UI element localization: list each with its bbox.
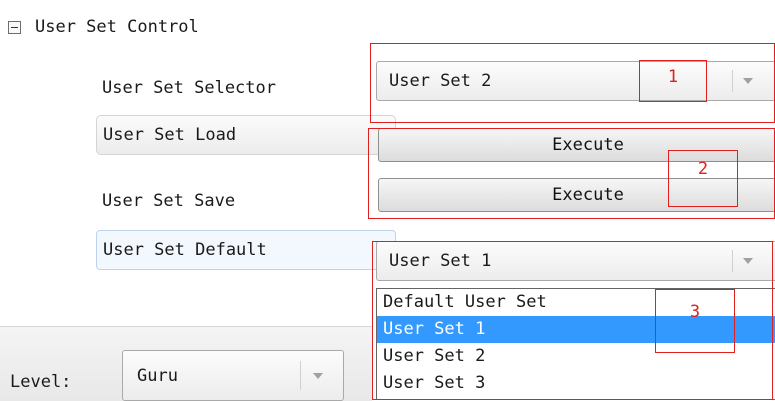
user-set-selector-label: User Set Selector <box>96 68 376 108</box>
chevron-down-icon <box>313 372 323 379</box>
level-label: Level: <box>10 372 72 392</box>
group-header[interactable]: User Set Control <box>8 14 199 40</box>
chevron-down-icon <box>743 78 753 84</box>
user-set-selector-value: User Set 2 <box>389 71 492 91</box>
level-dropdown-button[interactable] <box>300 361 335 390</box>
user-set-default-label: User Set Default <box>96 230 396 270</box>
user-set-control-panel: User Set Control User Set Selector User … <box>0 0 775 401</box>
annotation-number-2: 2 <box>697 159 709 179</box>
chevron-down-icon <box>743 258 753 264</box>
level-value: Guru <box>137 365 178 386</box>
group-title: User Set Control <box>35 17 199 37</box>
user-set-default-combobox[interactable]: User Set 1 <box>376 241 775 281</box>
level-combobox[interactable]: Guru <box>122 350 344 401</box>
dropdown-option-user-set-3[interactable]: User Set 3 <box>377 370 775 397</box>
user-set-load-label-text: User Set Load <box>103 125 237 145</box>
user-set-default-dropdown-button[interactable] <box>732 250 763 272</box>
user-set-default-value: User Set 1 <box>389 251 492 271</box>
user-set-save-label: User Set Save <box>96 181 376 221</box>
user-set-default-label-text: User Set Default <box>103 240 267 260</box>
user-set-selector-label-text: User Set Selector <box>102 78 276 98</box>
annotation-number-1: 1 <box>667 67 679 87</box>
user-set-selector-dropdown-button[interactable] <box>732 70 763 92</box>
user-set-selector-combobox[interactable]: User Set 2 <box>376 61 775 101</box>
user-set-save-label-text: User Set Save <box>102 191 236 211</box>
user-set-load-label: User Set Load <box>96 115 396 155</box>
dropdown-option-user-set-2[interactable]: User Set 2 <box>377 343 775 370</box>
collapse-icon[interactable] <box>8 20 21 34</box>
annotation-number-3: 3 <box>689 302 701 322</box>
